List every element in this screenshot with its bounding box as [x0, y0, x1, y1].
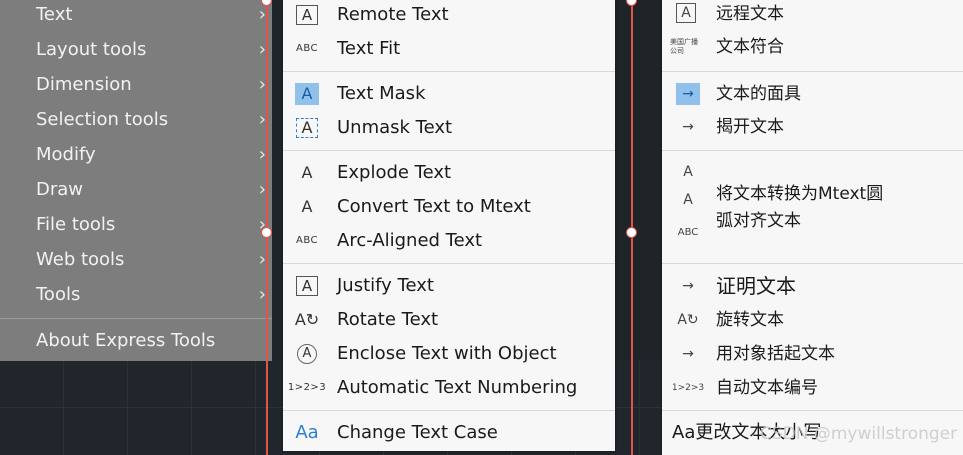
enclose-text-icon: →	[682, 346, 694, 362]
chevron-right-icon: ›	[258, 74, 266, 95]
menu-divider	[662, 71, 963, 72]
menu-item-unmask-text[interactable]: A Unmask Text	[283, 111, 615, 145]
remote-text-icon: A	[676, 3, 696, 23]
menu-item-tools[interactable]: Tools ›	[0, 277, 272, 312]
menu-divider	[662, 263, 963, 264]
menu-item-rotate-text[interactable]: A↻ Rotate Text	[283, 303, 615, 337]
menu-item-text-mask[interactable]: A Text Mask	[283, 77, 615, 111]
rotate-text-icon: A↻	[294, 310, 320, 329]
menu-divider	[283, 263, 615, 264]
menu-item-explode-text[interactable]: A Explode Text	[283, 156, 615, 190]
menu-item-change-text-case[interactable]: Aa Change Text Case	[283, 416, 615, 450]
menu-divider	[0, 318, 272, 319]
resize-handle[interactable]	[261, 227, 272, 238]
rotate-text-icon: A↻	[677, 312, 699, 328]
chevron-right-icon: ›	[258, 144, 266, 165]
justify-text-icon: →	[682, 278, 694, 294]
remote-text-icon: A	[296, 5, 318, 25]
text-fit-icon: ABC	[295, 43, 318, 54]
menu-item-text-fit-cn[interactable]: 美国广播 公司 文本符合	[662, 30, 963, 64]
unmask-text-icon: A	[296, 118, 318, 138]
menu-item-convert-text-to-mtext[interactable]: A Convert Text to Mtext	[283, 190, 615, 224]
text-submenu: A Remote Text ABC Text Fit A Text Mask A…	[283, 0, 615, 451]
arc-text-icon: ABC	[295, 235, 318, 246]
chevron-right-icon: ›	[258, 109, 266, 130]
menu-item-dimension[interactable]: Dimension ›	[0, 67, 272, 102]
menu-item-remote-text[interactable]: A Remote Text	[283, 0, 615, 32]
translated-text-submenu: A 远程文本 美国广播 公司 文本符合 → 文本的面具 → 揭开文本 A A 将…	[662, 0, 963, 455]
menu-item-text-numbering-cn[interactable]: 1>2>3 自动文本编号	[662, 371, 963, 405]
menu-item-justify-text[interactable]: A Justify Text	[283, 269, 615, 303]
express-tools-menu: Text › Layout tools › Dimension › Selection…	[0, 0, 272, 361]
text-mask-icon: A	[295, 83, 319, 105]
menu-divider	[283, 71, 615, 72]
text-fit-icon: 美国广播 公司	[670, 38, 698, 55]
menu-divider	[662, 150, 963, 151]
menu-item-web-tools[interactable]: Web tools ›	[0, 242, 272, 277]
text-mask-icon: →	[676, 83, 700, 105]
unmask-text-icon: →	[682, 119, 694, 135]
resize-handle[interactable]	[626, 0, 637, 6]
chevron-right-icon: ›	[258, 179, 266, 200]
menu-item-layout-tools[interactable]: Layout tools ›	[0, 32, 272, 67]
change-case-icon: Aa	[295, 422, 319, 443]
menu-item-text[interactable]: Text ›	[0, 0, 272, 32]
menu-item-arc-aligned-text[interactable]: ABC Arc-Aligned Text	[283, 224, 615, 258]
menu-item-justify-text-cn[interactable]: → 证明文本	[662, 269, 963, 303]
menu-item-rotate-text-cn[interactable]: A↻ 旋转文本	[662, 303, 963, 337]
text-numbering-icon: 1>2>3	[287, 382, 327, 393]
text-numbering-icon: 1>2>3	[671, 383, 705, 393]
menu-item-remote-text-cn[interactable]: A 远程文本	[662, 0, 963, 31]
menu-item-selection-tools[interactable]: Selection tools ›	[0, 102, 272, 137]
menu-item-about-express-tools[interactable]: About Express Tools	[0, 323, 272, 358]
menu-item-text-mask-cn[interactable]: → 文本的面具	[662, 77, 963, 111]
chevron-right-icon: ›	[258, 284, 266, 305]
menu-item-modify[interactable]: Modify ›	[0, 137, 272, 172]
menu-item-text-fit[interactable]: ABC Text Fit	[283, 32, 615, 66]
watermark: CSDN @mywillstronger	[760, 424, 958, 444]
chevron-right-icon: ›	[258, 39, 266, 60]
menu-item-automatic-text-numbering[interactable]: 1>2>3 Automatic Text Numbering	[283, 371, 615, 405]
explode-text-icon: A	[301, 163, 313, 182]
justify-text-icon: A	[296, 276, 318, 296]
arc-text-icon: ABC	[677, 227, 699, 238]
menu-item-enclose-text-with-object[interactable]: A Enclose Text with Object	[283, 337, 615, 371]
menu-item-draw[interactable]: Draw ›	[0, 172, 272, 207]
menu-item-file-tools[interactable]: File tools ›	[0, 207, 272, 242]
convert-text-icon: A	[301, 197, 313, 216]
menu-item-enclose-text-cn[interactable]: → 用对象括起文本	[662, 337, 963, 371]
menu-item-arc-aligned-text-cn[interactable]: ABC 弧对齐文本	[662, 204, 963, 238]
enclose-text-icon: A	[297, 344, 317, 364]
chevron-right-icon: ›	[258, 249, 266, 270]
menu-item-unmask-text-cn[interactable]: → 揭开文本	[662, 110, 963, 144]
menu-divider	[283, 150, 615, 151]
menu-divider	[662, 410, 963, 411]
menu-divider	[283, 410, 615, 411]
resize-handle[interactable]	[626, 227, 637, 238]
